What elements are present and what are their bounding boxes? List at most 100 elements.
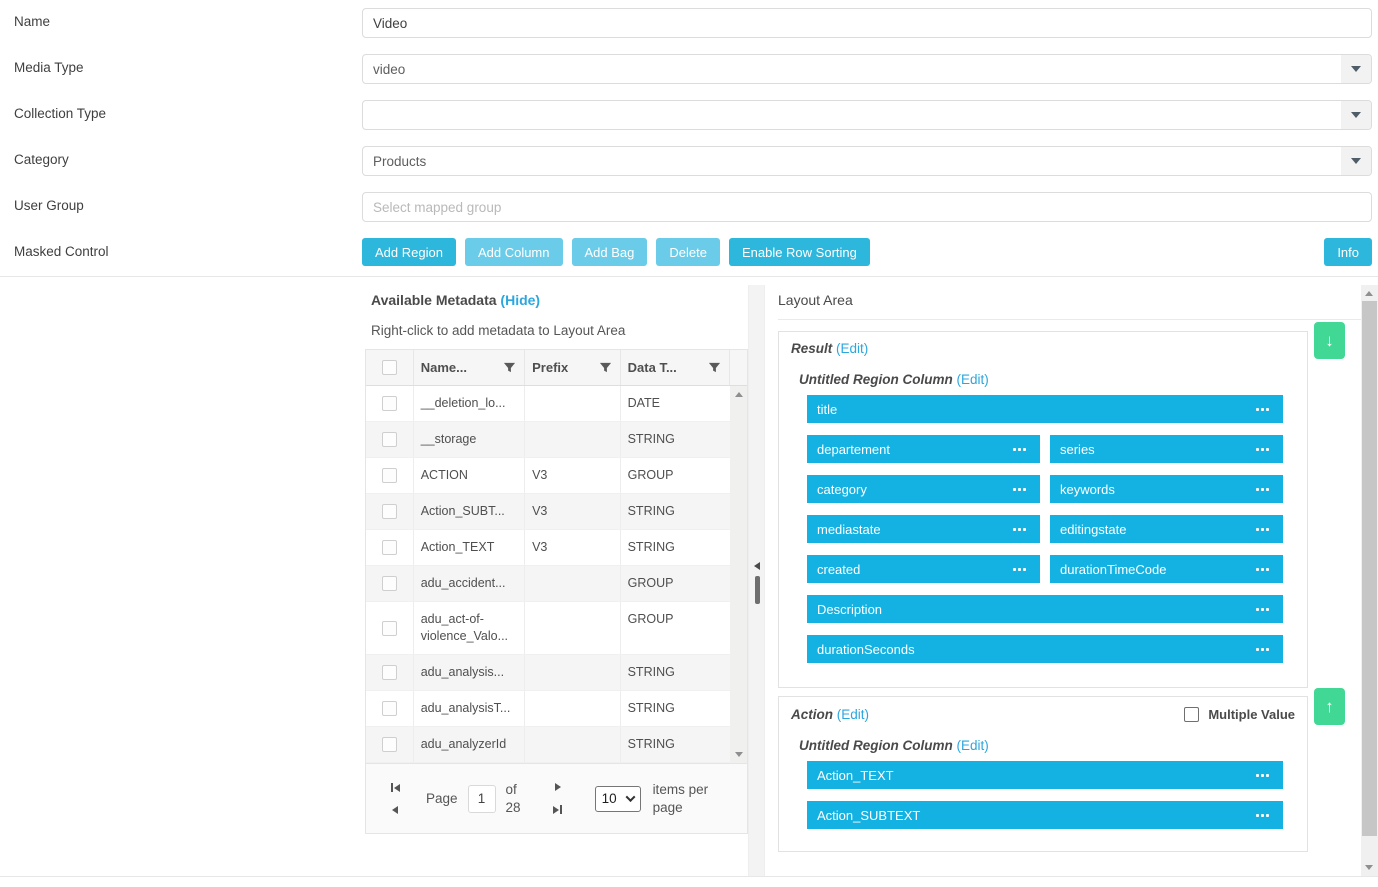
scrollbar-thumb[interactable] <box>1362 301 1377 836</box>
hide-link[interactable]: (Hide) <box>500 292 540 308</box>
row-checkbox[interactable] <box>382 737 397 752</box>
cell-name: __storage <box>414 422 525 457</box>
table-row[interactable]: adu_accident... GROUP <box>366 566 730 602</box>
ellipsis-icon[interactable] <box>1013 568 1026 571</box>
cell-name: adu_analysisT... <box>414 691 525 726</box>
ellipsis-icon[interactable] <box>1256 408 1269 411</box>
user-group-input[interactable] <box>362 192 1372 222</box>
row-checkbox[interactable] <box>382 468 397 483</box>
metadata-chip[interactable]: mediastate <box>807 515 1040 543</box>
move-region-up-button[interactable]: ↑ <box>1314 688 1345 725</box>
scroll-down-icon[interactable] <box>1365 865 1373 870</box>
column-edit-link[interactable]: (Edit) <box>957 738 989 753</box>
metadata-chip[interactable]: title <box>807 395 1283 423</box>
table-row[interactable]: __deletion_lo... DATE <box>366 386 730 422</box>
ellipsis-icon[interactable] <box>1256 814 1269 817</box>
table-row[interactable]: __storage STRING <box>366 422 730 458</box>
funnel-icon[interactable] <box>599 361 612 374</box>
cell-prefix <box>525 655 621 690</box>
info-button[interactable]: Info <box>1324 238 1372 266</box>
metadata-chip[interactable]: Description <box>807 595 1283 623</box>
category-select[interactable]: Products <box>362 146 1372 176</box>
pane-splitter[interactable] <box>748 285 765 876</box>
ellipsis-icon[interactable] <box>1013 528 1026 531</box>
collection-type-select[interactable] <box>362 100 1372 130</box>
row-checkbox[interactable] <box>382 621 397 636</box>
multiple-value-checkbox[interactable] <box>1184 707 1199 722</box>
funnel-icon[interactable] <box>503 361 516 374</box>
table-scrollbar[interactable] <box>730 386 747 763</box>
pager-right-arrows <box>551 783 565 814</box>
row-checkbox[interactable] <box>382 432 397 447</box>
move-region-down-button[interactable]: ↓ <box>1314 322 1345 359</box>
row-checkbox[interactable] <box>382 665 397 680</box>
main-split-area: Available Metadata (Hide) Right-click to… <box>0 285 1378 876</box>
add-region-button[interactable]: Add Region <box>362 238 456 266</box>
scroll-up-icon[interactable] <box>1365 291 1373 296</box>
arrow-next-icon[interactable] <box>555 783 561 791</box>
ellipsis-icon[interactable] <box>1256 568 1269 571</box>
ellipsis-icon[interactable] <box>1013 488 1026 491</box>
ellipsis-icon[interactable] <box>1256 648 1269 651</box>
column-header-prefix[interactable]: Prefix <box>525 350 621 385</box>
table-row[interactable]: adu_analysisT... STRING <box>366 691 730 727</box>
column-edit-link[interactable]: (Edit) <box>957 372 989 387</box>
region-edit-link[interactable]: (Edit) <box>836 341 868 356</box>
metadata-chip[interactable]: Action_SUBTEXT <box>807 801 1283 829</box>
ellipsis-icon[interactable] <box>1256 448 1269 451</box>
row-checkbox[interactable] <box>382 396 397 411</box>
table-row[interactable]: ACTION V3 GROUP <box>366 458 730 494</box>
table-row[interactable]: adu_analysis... STRING <box>366 655 730 691</box>
collection-type-dropdown-button[interactable] <box>1341 101 1371 129</box>
table-row[interactable]: Action_TEXT V3 STRING <box>366 530 730 566</box>
delete-button[interactable]: Delete <box>656 238 720 266</box>
region-edit-link[interactable]: (Edit) <box>837 707 869 722</box>
splitter-grip-handle[interactable] <box>755 576 760 604</box>
table-row[interactable]: adu_analyzerId STRING <box>366 727 730 763</box>
table-row[interactable]: adu_act-of-violence_Valo... GROUP <box>366 602 730 655</box>
seek-last-icon[interactable] <box>553 805 562 814</box>
category-dropdown-button[interactable] <box>1341 147 1371 175</box>
table-row[interactable]: Action_SUBT... V3 STRING <box>366 494 730 530</box>
arrow-prev-icon[interactable] <box>392 806 398 814</box>
metadata-chip[interactable]: durationTimeCode <box>1050 555 1283 583</box>
ellipsis-icon[interactable] <box>1256 488 1269 491</box>
cell-prefix <box>525 386 621 421</box>
metadata-chip[interactable]: category <box>807 475 1040 503</box>
ellipsis-icon[interactable] <box>1013 448 1026 451</box>
column-name: Untitled Region Column <box>799 738 953 753</box>
metadata-chip[interactable]: departement <box>807 435 1040 463</box>
add-column-button[interactable]: Add Column <box>465 238 563 266</box>
metadata-chip[interactable]: durationSeconds <box>807 635 1283 663</box>
metadata-chip[interactable]: editingstate <box>1050 515 1283 543</box>
row-checkbox[interactable] <box>382 576 397 591</box>
left-margin-spacer <box>0 285 365 876</box>
metadata-chip[interactable]: series <box>1050 435 1283 463</box>
ellipsis-icon[interactable] <box>1256 608 1269 611</box>
column-header-name[interactable]: Name... <box>414 350 525 385</box>
metadata-chip[interactable]: Action_TEXT <box>807 761 1283 789</box>
row-checkbox[interactable] <box>382 504 397 519</box>
page-scrollbar[interactable] <box>1361 285 1378 876</box>
media-type-dropdown-button[interactable] <box>1341 55 1371 83</box>
grid-body: __deletion_lo... DATE __storage STRING A… <box>366 386 747 763</box>
collapse-left-icon[interactable] <box>754 562 760 570</box>
add-bag-button[interactable]: Add Bag <box>572 238 648 266</box>
page-size-select[interactable]: 10 <box>595 786 641 812</box>
select-all-checkbox[interactable] <box>382 360 397 375</box>
name-input[interactable] <box>362 8 1372 38</box>
scroll-up-icon[interactable] <box>735 392 743 397</box>
metadata-chip[interactable]: created <box>807 555 1040 583</box>
funnel-icon[interactable] <box>708 361 721 374</box>
scroll-down-icon[interactable] <box>735 752 743 757</box>
page-number-input[interactable] <box>468 785 496 813</box>
enable-row-sorting-button[interactable]: Enable Row Sorting <box>729 238 870 266</box>
seek-first-icon[interactable] <box>391 783 400 792</box>
row-checkbox[interactable] <box>382 701 397 716</box>
ellipsis-icon[interactable] <box>1256 528 1269 531</box>
column-header-datatype[interactable]: Data T... <box>621 350 730 385</box>
media-type-select[interactable]: video <box>362 54 1372 84</box>
metadata-chip[interactable]: keywords <box>1050 475 1283 503</box>
row-checkbox[interactable] <box>382 540 397 555</box>
ellipsis-icon[interactable] <box>1256 774 1269 777</box>
